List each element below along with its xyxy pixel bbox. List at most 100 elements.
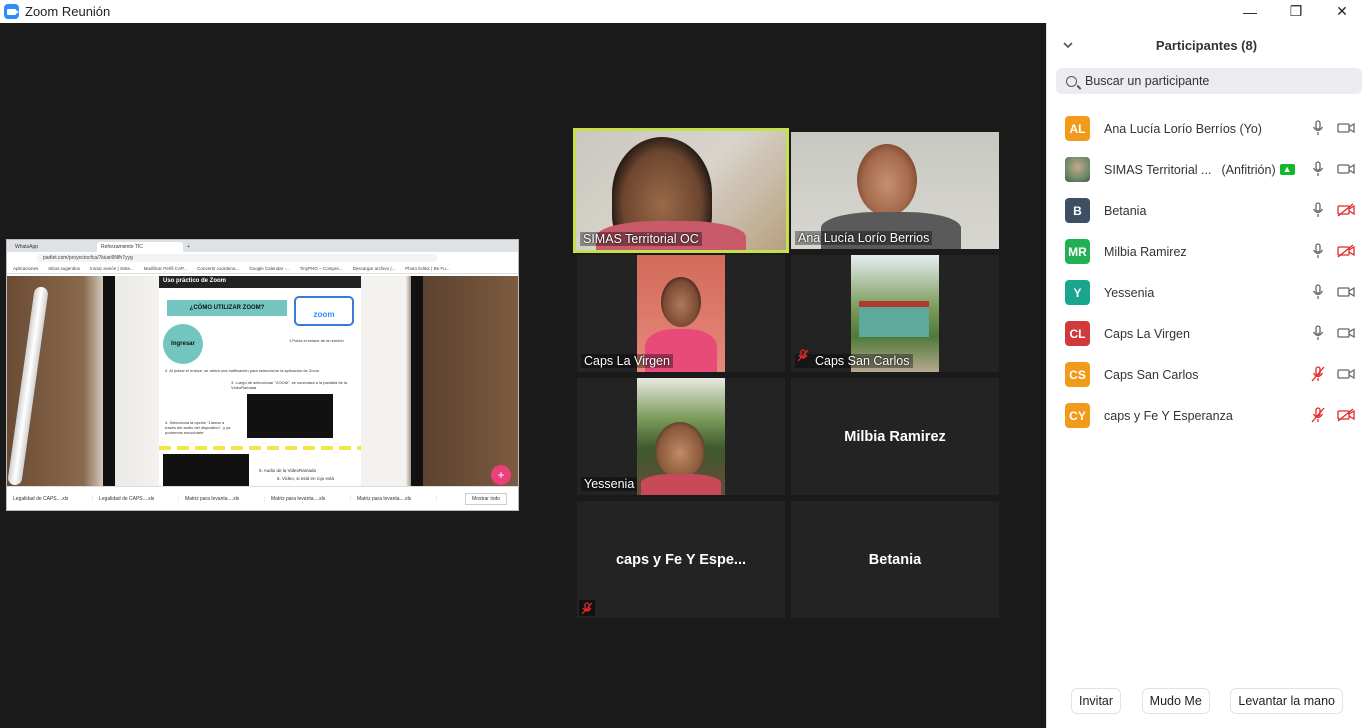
browser-tab-active: Reforzamiento TIC bbox=[97, 242, 183, 252]
video-off-icon bbox=[1337, 203, 1355, 222]
bookmark-item: Modificar Perfil CAP... bbox=[143, 266, 188, 271]
meeting-stage: WhatsApp Reforzamiento TIC + padlet.com/… bbox=[0, 23, 1046, 728]
participant-avatar: B bbox=[1065, 198, 1090, 223]
video-tile-yessenia[interactable]: Yessenia bbox=[577, 378, 785, 495]
mic-muted-icon bbox=[1311, 407, 1325, 428]
doc-header: Uso práctico de Zoom bbox=[159, 276, 361, 288]
video-tile-ana-lucia[interactable]: Ana Lucía Lorío Berrios bbox=[791, 132, 999, 249]
bookmark-item: Google Calendar -... bbox=[249, 266, 290, 271]
bookmark-item: Photo Editor | Be Fu... bbox=[405, 266, 450, 271]
participant-row[interactable]: CL Caps La Virgen bbox=[1047, 313, 1366, 354]
download-item: Matriz para levanta....xls bbox=[179, 495, 265, 502]
doc-heading: ¿CÓMO UTILIZAR ZOOM? bbox=[167, 300, 287, 316]
participant-status-icons bbox=[1311, 284, 1355, 305]
participant-row[interactable]: AL Ana Lucía Lorío Berríos (Yo) bbox=[1047, 108, 1366, 149]
download-item: Legalidad de CAPS....xls bbox=[93, 495, 179, 502]
search-icon bbox=[1066, 75, 1077, 87]
ingresar-circle: Ingresar bbox=[163, 324, 203, 364]
participant-photo-avatar bbox=[1065, 157, 1090, 182]
muted-mic-icon bbox=[797, 349, 809, 367]
participant-avatar: CY bbox=[1065, 403, 1090, 428]
doc-step: 2. Al pulsar el enlace, se abrirá una no… bbox=[165, 368, 320, 373]
panel-footer: Invitar Mudo Me Levantar la mano bbox=[1047, 688, 1366, 714]
tile-participant-name: Betania bbox=[868, 551, 922, 568]
tile-participant-name: caps y Fe Y Espe... bbox=[615, 551, 747, 568]
video-tile-betania[interactable]: Betania bbox=[791, 501, 999, 618]
video-tile-caps-y-fe[interactable]: caps y Fe Y Espe... bbox=[577, 501, 785, 618]
download-item: Matriz para levanta....xls bbox=[351, 495, 437, 502]
restore-button[interactable]: ❐ bbox=[1273, 0, 1319, 23]
participant-status-icons bbox=[1311, 325, 1355, 346]
participant-search[interactable] bbox=[1056, 68, 1362, 94]
participant-status-icons bbox=[1311, 243, 1355, 264]
video-icon bbox=[1337, 121, 1355, 140]
minimize-button[interactable]: — bbox=[1227, 0, 1273, 23]
video-tile-simas[interactable]: SIMAS Territorial OC bbox=[573, 128, 789, 253]
decor-bar bbox=[411, 276, 423, 486]
mic-icon bbox=[1311, 120, 1325, 141]
bookmark-item: TinyPNG – Compre... bbox=[299, 266, 343, 271]
muted-mic-icon bbox=[579, 600, 595, 616]
raise-hand-button[interactable]: Levantar la mano bbox=[1230, 688, 1343, 714]
window-title: Zoom Reunión bbox=[25, 4, 111, 19]
decor-bar bbox=[103, 276, 115, 486]
video-off-icon bbox=[1337, 244, 1355, 263]
new-tab-button: + bbox=[183, 242, 195, 252]
bookmark-item: Convertir coordena... bbox=[197, 266, 240, 271]
video-tile-caps-san-carlos[interactable]: Caps San Carlos bbox=[791, 255, 999, 372]
download-item: Legalidad de CAPS....xls bbox=[7, 495, 93, 502]
address-bar: padlet.com/proyectocfca/7kiuei9Nfh7yyg bbox=[7, 252, 518, 264]
bookmarks-bar: Aplicaciones Sitios sugeridos Iniciar se… bbox=[7, 264, 518, 274]
download-item: Matriz para levanta....xls bbox=[265, 495, 351, 502]
decor-dashes bbox=[159, 446, 361, 450]
mic-icon bbox=[1311, 202, 1325, 223]
participant-avatar: CL bbox=[1065, 321, 1090, 346]
search-input[interactable] bbox=[1085, 74, 1345, 88]
video-tile-caps-la-virgen[interactable]: Caps La Virgen bbox=[577, 255, 785, 372]
mute-me-button[interactable]: Mudo Me bbox=[1141, 688, 1210, 714]
host-label: (Anfitrión) bbox=[1221, 162, 1276, 177]
participant-row[interactable]: MR Milbia Ramirez bbox=[1047, 231, 1366, 272]
invite-button[interactable]: Invitar bbox=[1071, 688, 1122, 714]
participant-avatar: AL bbox=[1065, 116, 1090, 141]
browser-tabs: WhatsApp Reforzamiento TIC + bbox=[7, 240, 518, 252]
participant-row[interactable]: Y Yessenia bbox=[1047, 272, 1366, 313]
participant-name: Yessenia bbox=[1104, 285, 1155, 300]
participant-row[interactable]: CY caps y Fe Y Esperanza bbox=[1047, 395, 1366, 436]
downloads-bar: Legalidad de CAPS....xls Legalidad de CA… bbox=[7, 486, 518, 510]
participant-row[interactable]: CS Caps San Carlos bbox=[1047, 354, 1366, 395]
tile-participant-name: SIMAS Territorial OC bbox=[580, 232, 702, 246]
mic-icon bbox=[1311, 325, 1325, 346]
video-icon bbox=[1337, 285, 1355, 304]
close-button[interactable]: ✕ bbox=[1319, 0, 1365, 23]
participant-name: Caps San Carlos bbox=[1104, 367, 1199, 382]
bookmark-item: Aplicaciones bbox=[13, 266, 39, 271]
video-icon bbox=[1337, 162, 1355, 181]
doc-step: 1.Pulsa el enlace de la reunión bbox=[289, 338, 344, 343]
video-icon bbox=[1337, 326, 1355, 345]
zoom-guide-document: Uso práctico de Zoom ¿CÓMO UTILIZAR ZOOM… bbox=[159, 276, 361, 486]
show-all-downloads: Mostrar todo bbox=[465, 492, 508, 505]
panel-header: Participantes (8) bbox=[1047, 23, 1366, 67]
mic-icon bbox=[1311, 243, 1325, 264]
participant-status-icons bbox=[1311, 407, 1355, 428]
participants-panel: Participantes (8) AL Ana Lucía Lorío Berr… bbox=[1046, 23, 1366, 728]
participant-row[interactable]: SIMAS Territorial ... (Anfitrión) ▲ bbox=[1047, 149, 1366, 190]
tile-participant-name: Caps San Carlos bbox=[795, 354, 913, 368]
participant-name: caps y Fe Y Esperanza bbox=[1104, 408, 1233, 423]
collapse-chevron-icon[interactable] bbox=[1063, 37, 1073, 52]
mic-icon bbox=[1311, 161, 1325, 182]
participants-title: Participantes (8) bbox=[1155, 37, 1258, 53]
add-post-button: + bbox=[491, 465, 511, 485]
video-icon bbox=[1337, 367, 1355, 386]
participant-avatar: MR bbox=[1065, 239, 1090, 264]
tile-participant-name: Caps La Virgen bbox=[581, 354, 673, 368]
participant-row[interactable]: B Betania bbox=[1047, 190, 1366, 231]
participant-name: Caps La Virgen bbox=[1104, 326, 1190, 341]
phone-screenshot bbox=[247, 394, 333, 438]
participant-avatar: Y bbox=[1065, 280, 1090, 305]
shared-screen[interactable]: WhatsApp Reforzamiento TIC + padlet.com/… bbox=[6, 239, 519, 511]
bookmark-item: Descargar archivo |... bbox=[352, 266, 396, 271]
video-tile-milbia-ramirez[interactable]: Milbia Ramirez bbox=[791, 378, 999, 495]
browser-tab: WhatsApp bbox=[11, 242, 97, 252]
